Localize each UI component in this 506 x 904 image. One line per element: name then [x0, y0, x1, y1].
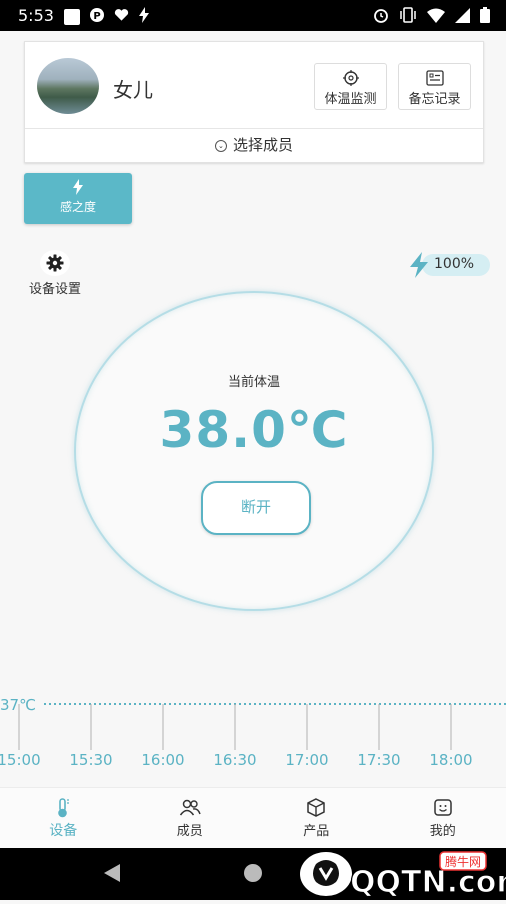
temperature-chart: 37℃ 15:00 15:30 16:00 16:30 17:00 17:30 18:00 — [0, 672, 506, 782]
wifi-icon — [427, 8, 445, 27]
members-icon — [179, 798, 201, 818]
status-bar: 5:53 P — [0, 0, 506, 31]
current-temp-label: 当前体温 — [76, 371, 432, 390]
nav-label-device: 设备 — [0, 820, 127, 840]
watermark-badge: 腾牛网 — [445, 854, 481, 869]
x-tick-label: 15:00 — [0, 751, 41, 769]
signal-icon — [455, 8, 470, 27]
member-name: 女儿 — [113, 74, 153, 103]
member-card: 女儿 体温监测 备忘记录 ⌄ 选择成员 — [24, 41, 484, 163]
nav-label-members: 成员 — [127, 820, 254, 839]
x-tick-label: 17:30 — [357, 751, 400, 769]
bolt-icon — [139, 7, 149, 27]
nav-item-mine[interactable]: 我的 — [380, 788, 506, 849]
vibrate-icon — [399, 7, 417, 27]
bottom-nav: 设备 成员 产品 我的 — [0, 787, 506, 849]
bolt-icon — [73, 179, 83, 195]
thermometer-icon — [52, 798, 74, 818]
chevron-down-icon: ⌄ — [215, 140, 227, 152]
device-button[interactable]: 感之度 — [24, 173, 132, 224]
x-tick-label: 15:30 — [69, 751, 112, 769]
reference-line-label: 37℃ — [0, 696, 36, 714]
device-settings-label: 设备设置 — [24, 278, 86, 297]
nav-label-mine: 我的 — [380, 820, 506, 839]
nav-item-members[interactable]: 成员 — [127, 788, 254, 849]
nav-label-product: 产品 — [253, 820, 380, 839]
memo-button[interactable]: 备忘记录 — [398, 63, 471, 110]
select-member-label: 选择成员 — [233, 136, 293, 154]
x-tick-label: 18:00 — [429, 751, 472, 769]
status-time: 5:53 — [18, 6, 54, 25]
memo-card-icon — [426, 70, 444, 86]
watermark-logo: QQTN.com 腾牛网 — [298, 848, 506, 900]
temp-monitor-button[interactable]: 体温监测 — [314, 63, 387, 110]
gear-icon — [46, 254, 64, 272]
nav-item-device[interactable]: 设备 — [0, 788, 127, 849]
watermark: QQTN.com 腾牛网 — [298, 848, 506, 900]
device-settings-button[interactable]: 设备设置 — [24, 250, 86, 297]
home-icon[interactable] — [242, 862, 264, 884]
current-temp-value: 38.0℃ — [76, 401, 432, 459]
x-tick-label: 17:00 — [285, 751, 328, 769]
heart-icon — [114, 8, 129, 26]
app-icon — [64, 9, 80, 25]
x-tick-label: 16:30 — [213, 751, 256, 769]
profile-face-icon — [432, 798, 454, 818]
battery-bolt-icon — [408, 252, 430, 278]
crosshair-icon — [342, 70, 360, 86]
device-name: 感之度 — [24, 198, 132, 215]
p-icon: P — [90, 7, 104, 27]
battery-icon — [480, 7, 490, 27]
temp-monitor-label: 体温监测 — [315, 88, 386, 107]
svg-text:P: P — [93, 11, 100, 22]
nav-item-product[interactable]: 产品 — [253, 788, 380, 849]
x-tick-label: 16:00 — [141, 751, 184, 769]
avatar[interactable] — [37, 58, 99, 114]
product-box-icon — [305, 798, 327, 818]
disconnect-button[interactable]: 断开 — [201, 481, 311, 535]
alarm-icon — [373, 7, 389, 27]
battery-percent: 100% — [434, 256, 474, 272]
select-member-button[interactable]: ⌄ 选择成员 — [25, 129, 483, 162]
memo-label: 备忘记录 — [399, 88, 470, 107]
back-icon[interactable] — [102, 862, 122, 884]
temperature-circle: 当前体温 38.0℃ 断开 — [74, 291, 434, 611]
